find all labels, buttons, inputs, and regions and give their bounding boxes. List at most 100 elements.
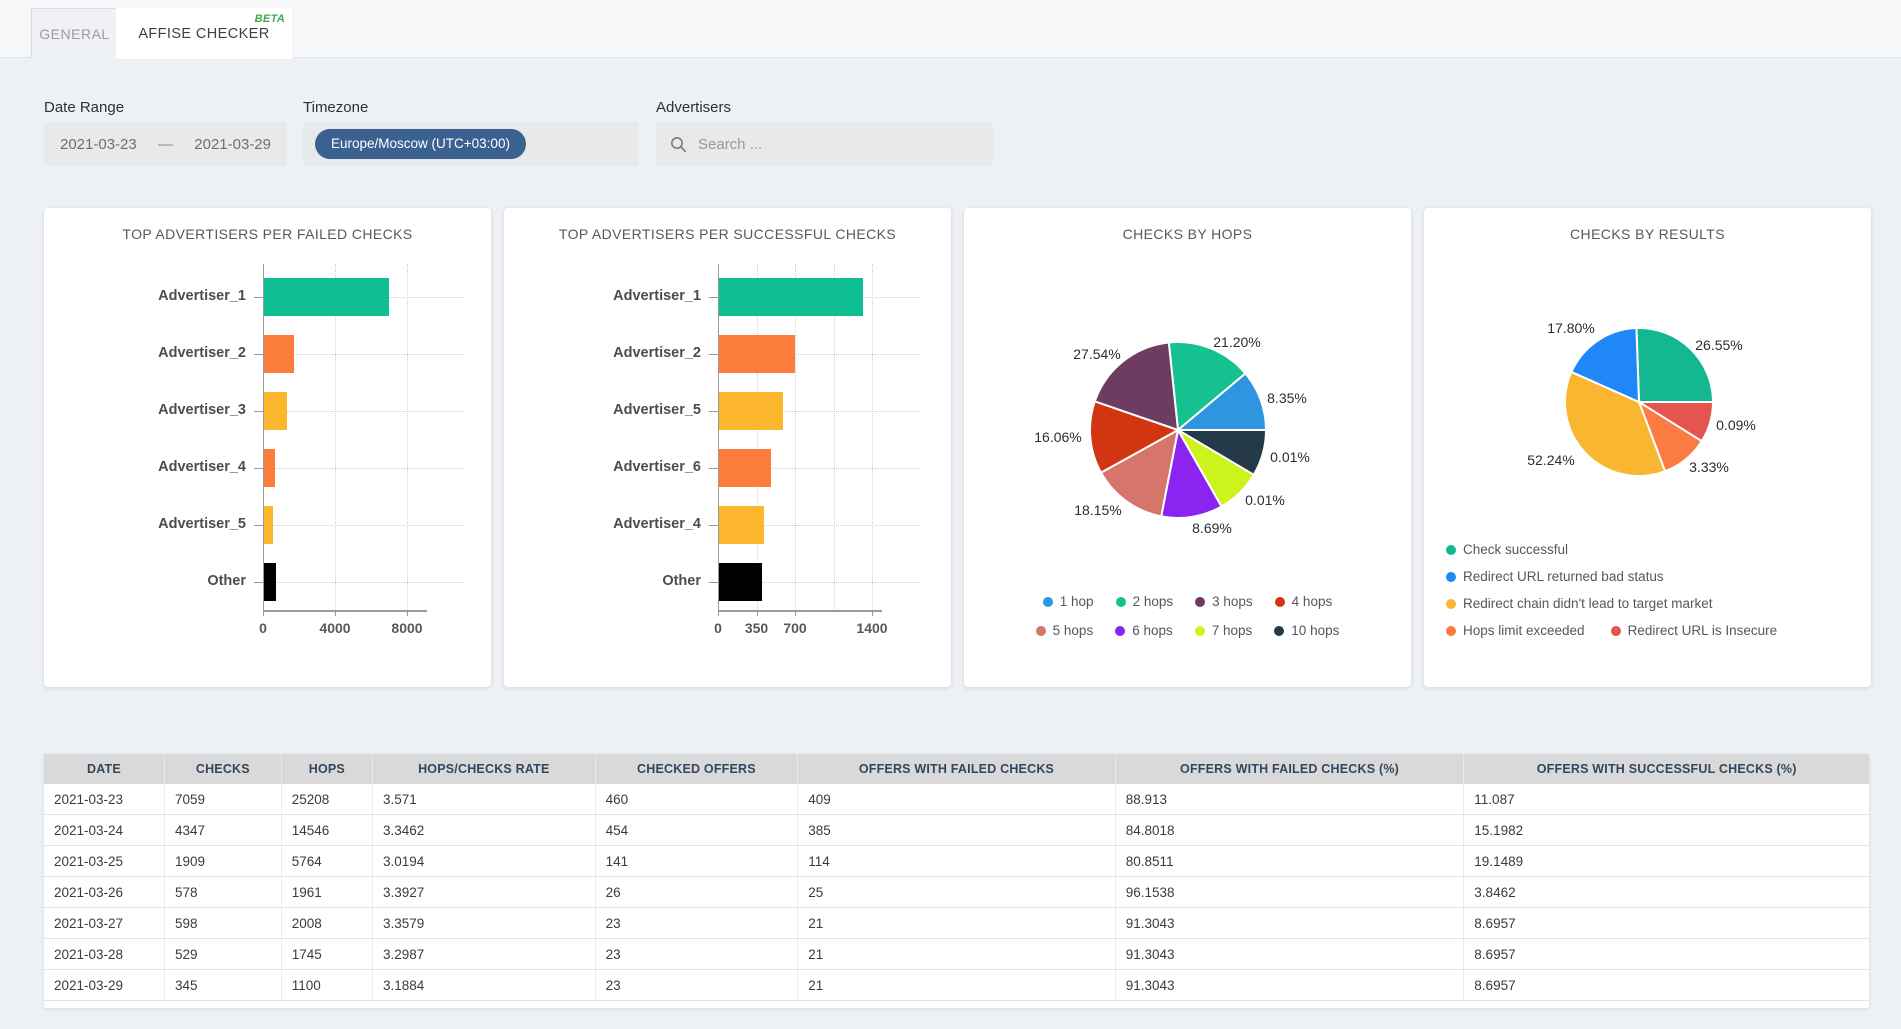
pie-slice-percentage-label: 3.33% [1689, 459, 1729, 475]
category-label: Advertiser_4 [63, 459, 246, 475]
table-cell: 1100 [281, 970, 372, 1001]
tab-general[interactable]: GENERAL [31, 8, 118, 58]
timezone-select[interactable]: Europe/Moscow (UTC+03:00) [303, 122, 638, 166]
x-gridline [872, 264, 873, 610]
table-cell: 3.3579 [372, 908, 595, 939]
y-tick-mark [254, 468, 263, 469]
bar[interactable] [264, 506, 273, 544]
legend-dot-icon [1446, 545, 1456, 555]
legend-dot-icon [1611, 626, 1621, 636]
x-tick-label: 700 [783, 620, 806, 636]
advertisers-search-input[interactable] [696, 135, 960, 154]
x-tick-mark [263, 610, 264, 616]
tab-general-label: GENERAL [39, 26, 109, 42]
category-label: Advertiser_2 [518, 345, 701, 361]
legend-item-label: 6 hops [1132, 623, 1173, 638]
x-gridline [335, 264, 336, 610]
table-column-header: OFFERS WITH FAILED CHECKS [798, 754, 1116, 784]
legend-item-label: Redirect URL returned bad status [1463, 569, 1664, 584]
pie-slice-percentage-label: 8.35% [1267, 390, 1307, 406]
table-cell: 3.8462 [1464, 877, 1869, 908]
table-cell: 2021-03-26 [44, 877, 164, 908]
category-label: Advertiser_6 [518, 459, 701, 475]
table-cell: 84.8018 [1115, 815, 1464, 846]
x-tick-mark [335, 610, 336, 616]
category-label: Other [518, 573, 701, 589]
x-tick-label: 8000 [391, 620, 422, 636]
bar[interactable] [264, 563, 276, 601]
y-tick-mark [709, 468, 718, 469]
pie-slice-percentage-label: 18.15% [1074, 502, 1121, 518]
bar[interactable] [719, 563, 762, 601]
date-range-end: 2021-03-29 [194, 136, 271, 153]
legend-item-1-hop[interactable]: 1 hop [1043, 594, 1094, 609]
timezone-pill[interactable]: Europe/Moscow (UTC+03:00) [315, 129, 526, 159]
legend-item-6-hops[interactable]: 6 hops [1115, 623, 1173, 638]
table-column-header: HOPS [281, 754, 372, 784]
table-cell: 23 [595, 908, 798, 939]
tab-affise-checker-label: AFFISE CHECKER [138, 26, 269, 42]
beta-badge: BETA [255, 13, 285, 25]
bar[interactable] [264, 278, 389, 316]
legend-item-label: 2 hops [1133, 594, 1174, 609]
table-cell: 25 [798, 877, 1116, 908]
legend-item-7-hops[interactable]: 7 hops [1195, 623, 1253, 638]
legend-item-5-hops[interactable]: 5 hops [1036, 623, 1094, 638]
pie-slice-percentage-label: 8.69% [1192, 520, 1232, 536]
card-successful-checks-chart: TOP ADVERTISERS PER SUCCESSFUL CHECKS035… [504, 208, 951, 687]
category-label: Other [63, 573, 246, 589]
tab-affise-checker[interactable]: AFFISE CHECKER BETA [116, 8, 292, 59]
table-cell: 2008 [281, 908, 372, 939]
y-tick-mark [254, 354, 263, 355]
legend-item-check-successful[interactable]: Check successful [1446, 542, 1568, 557]
table-cell: 454 [595, 815, 798, 846]
table-cell: 345 [164, 970, 281, 1001]
x-axis [263, 610, 427, 612]
table-column-header: CHECKED OFFERS [595, 754, 798, 784]
bar[interactable] [264, 449, 275, 487]
table-body: 2021-03-237059252083.57146040988.91311.0… [44, 784, 1869, 1001]
table-cell: 460 [595, 784, 798, 815]
x-gridline [795, 264, 796, 610]
y-axis [263, 264, 264, 610]
date-range-start: 2021-03-23 [60, 136, 137, 153]
pie-slice-percentage-label: 17.80% [1547, 320, 1594, 336]
table-cell: 14546 [281, 815, 372, 846]
legend-item-2-hops[interactable]: 2 hops [1116, 594, 1174, 609]
y-tick-mark [254, 411, 263, 412]
category-label: Advertiser_5 [518, 402, 701, 418]
legend-item-redirect-chain-didn-t-lead-to-target-market[interactable]: Redirect chain didn't lead to target mar… [1446, 596, 1712, 611]
x-tick-mark [718, 610, 719, 616]
legend-row: 1 hop 2 hops 3 hops 4 hops [964, 594, 1411, 609]
bar[interactable] [719, 392, 783, 430]
legend-item-label: 5 hops [1053, 623, 1094, 638]
legend-dot-icon [1274, 626, 1284, 636]
table-cell: 2021-03-25 [44, 846, 164, 877]
legend-dot-icon [1116, 597, 1126, 607]
bar[interactable] [719, 278, 863, 316]
table-header-row: DATECHECKSHOPSHOPS/CHECKS RATECHECKED OF… [44, 754, 1869, 784]
date-range-input[interactable]: 2021-03-23 — 2021-03-29 [44, 122, 287, 166]
x-tick-label: 1400 [856, 620, 887, 636]
bar[interactable] [719, 506, 764, 544]
bar[interactable] [264, 335, 294, 373]
legend-item-10-hops[interactable]: 10 hops [1274, 623, 1339, 638]
x-gridline [407, 264, 408, 610]
legend-item-redirect-url-is-insecure[interactable]: Redirect URL is Insecure [1611, 623, 1778, 638]
legend-item-4-hops[interactable]: 4 hops [1275, 594, 1333, 609]
table-cell: 88.913 [1115, 784, 1464, 815]
legend-item-3-hops[interactable]: 3 hops [1195, 594, 1253, 609]
bar[interactable] [264, 392, 287, 430]
x-gridline [757, 264, 758, 610]
category-label: Advertiser_1 [63, 288, 246, 304]
table-cell: 3.571 [372, 784, 595, 815]
x-tick-mark [407, 610, 408, 616]
timezone-label: Timezone [303, 99, 368, 116]
bar[interactable] [719, 335, 795, 373]
advertisers-search[interactable] [656, 122, 993, 166]
legend-row: Hops limit exceeded Redirect URL is Insec… [1446, 623, 1777, 638]
legend-item-redirect-url-returned-bad-status[interactable]: Redirect URL returned bad status [1446, 569, 1664, 584]
bar[interactable] [719, 449, 771, 487]
legend-item-hops-limit-exceeded[interactable]: Hops limit exceeded [1446, 623, 1585, 638]
category-label: Advertiser_2 [63, 345, 246, 361]
